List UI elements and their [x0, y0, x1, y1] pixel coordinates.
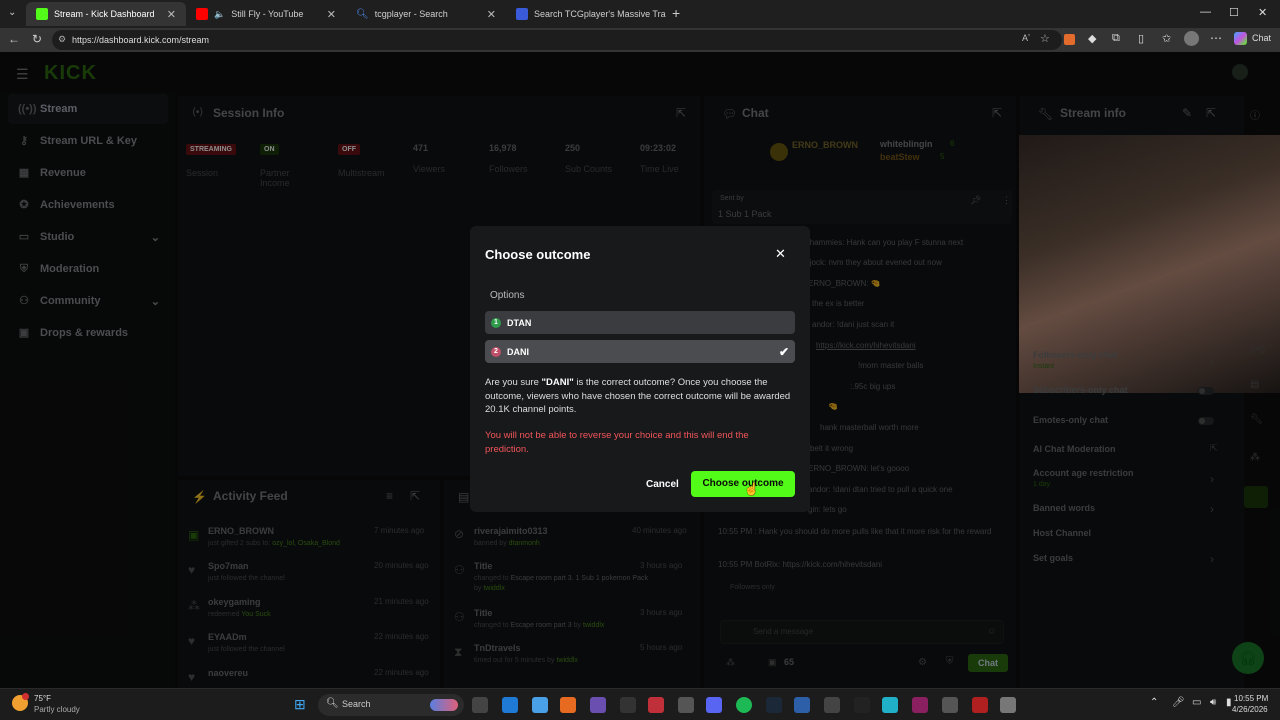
app-icon-settings[interactable]	[942, 697, 958, 713]
close-tab-icon[interactable]: ✕	[487, 8, 496, 21]
search-highlight-icon	[430, 699, 458, 711]
tab-tcgplayer-search[interactable]: 🔍︎ tcgplayer - Search ✕	[346, 2, 506, 26]
app-icon-valorant[interactable]	[972, 697, 988, 713]
tab-title: Stream - Kick Dashboard	[54, 9, 155, 19]
tab-title: Search TCGplayer's Massive Tradin	[534, 9, 666, 19]
edge-icon[interactable]	[502, 697, 518, 713]
read-aloud-icon[interactable]: Aʼ	[1022, 33, 1030, 43]
battery-icon[interactable]: ▮	[1226, 697, 1232, 708]
speaker-icon[interactable]: 🔈	[214, 9, 225, 20]
app-icon-black[interactable]	[854, 697, 870, 713]
weather-alert-badge	[22, 693, 29, 700]
tab-tcgplayer-trading[interactable]: Search TCGplayer's Massive Tradin ✕	[506, 2, 666, 26]
minimize-window-icon[interactable]: —	[1200, 6, 1211, 18]
app-icon-blue[interactable]	[794, 697, 810, 713]
checkmark-icon: ✔	[778, 344, 789, 359]
close-tab-icon[interactable]: ✕	[327, 8, 336, 21]
firefox-icon[interactable]	[560, 697, 576, 713]
tray-chevron-icon[interactable]: ⌃	[1150, 697, 1158, 708]
app-icon-dark[interactable]	[824, 697, 840, 713]
spotify-icon[interactable]	[736, 697, 752, 713]
confirmation-text: Are you sure "DANI" is the correct outco…	[485, 377, 791, 415]
irreversible-warning: You will not be able to reverse your cho…	[485, 430, 749, 455]
site-info-icon[interactable]: ⚙	[58, 34, 66, 45]
kick-favicon-icon	[36, 8, 48, 20]
url-text: https://dashboard.kick.com/stream	[72, 35, 210, 45]
choose-outcome-modal: Choose outcome ✕ Options 1 DTAN 2 DANI ✔…	[470, 226, 810, 512]
favorites-icon[interactable]: ✩	[1162, 32, 1171, 45]
network-icon[interactable]: ▭	[1192, 697, 1201, 708]
option-number: 2	[491, 346, 501, 357]
more-menu-icon[interactable]: ⋯	[1210, 31, 1222, 45]
option-label: DTAN	[507, 317, 532, 328]
taskbar-search[interactable]: 🔍︎ Search	[318, 694, 464, 716]
profile-avatar[interactable]	[1184, 31, 1199, 46]
maximize-window-icon[interactable]: ☐	[1229, 6, 1239, 19]
clock-time[interactable]: 10:55 PM	[1234, 694, 1268, 703]
steam-icon[interactable]	[766, 697, 782, 713]
split-screen-icon[interactable]: ▯	[1138, 32, 1144, 45]
volume-icon[interactable]: 🔊︎	[1210, 697, 1216, 708]
choose-outcome-button[interactable]: Choose outcome	[691, 471, 795, 497]
app-icon-misc[interactable]	[1000, 697, 1016, 713]
tcgplayer-favicon-icon	[516, 8, 528, 20]
task-view-icon[interactable]	[472, 697, 488, 713]
app-icon-fx[interactable]	[912, 697, 928, 713]
app-icon-teal[interactable]	[882, 697, 898, 713]
extension-icon[interactable]	[1064, 34, 1075, 45]
outcome-option-dtan[interactable]: 1 DTAN	[485, 311, 795, 334]
close-window-icon[interactable]: ✕	[1258, 6, 1267, 19]
copilot-icon[interactable]	[1234, 32, 1247, 45]
tab-actions-icon[interactable]: ⌄	[8, 7, 16, 18]
obs-icon[interactable]	[620, 697, 636, 713]
tab-youtube[interactable]: 🔈 Still Fly - YouTube ✕	[186, 2, 346, 26]
tab-kick-dashboard[interactable]: Stream - Kick Dashboard ✕	[26, 2, 186, 26]
app-icon-gray[interactable]	[678, 697, 694, 713]
extension-diamond-icon[interactable]: ◆	[1088, 32, 1096, 45]
refresh-icon[interactable]: ↻	[32, 32, 42, 46]
close-modal-icon[interactable]: ✕	[775, 246, 786, 262]
back-icon[interactable]: ←	[8, 32, 20, 46]
app-icon-purple[interactable]	[590, 697, 606, 713]
option-label: DANI	[507, 346, 529, 357]
tab-title: Still Fly - YouTube	[231, 9, 304, 19]
close-tab-icon[interactable]: ✕	[167, 8, 176, 21]
search-favicon-icon: 🔍︎	[356, 8, 369, 20]
outcome-option-dani[interactable]: 2 DANI ✔	[485, 340, 795, 363]
browser-tab-bar: ⌄ Stream - Kick Dashboard ✕ 🔈 Still Fly …	[0, 0, 1280, 28]
discord-icon[interactable]	[706, 697, 722, 713]
address-bar-row: ← ↻ ⚙ https://dashboard.kick.com/stream …	[0, 28, 1280, 52]
url-field[interactable]: ⚙ https://dashboard.kick.com/stream	[52, 30, 1062, 50]
chat-button[interactable]: Chat	[1252, 33, 1271, 43]
mouse-cursor-icon: ☝	[744, 482, 759, 496]
microphone-icon[interactable]: 🎤︎	[1172, 697, 1185, 708]
new-tab-button[interactable]: +	[672, 5, 680, 21]
weather-temp: 75°F	[34, 694, 51, 703]
tab-title: tcgplayer - Search	[374, 9, 448, 19]
cancel-button[interactable]: Cancel	[646, 479, 679, 490]
favorite-star-icon[interactable]: ☆	[1040, 32, 1050, 45]
option-number: 1	[491, 317, 501, 328]
search-icon: 🔍︎	[326, 698, 339, 709]
app-icon-red[interactable]	[648, 697, 664, 713]
copilot-taskbar-icon[interactable]	[532, 697, 548, 713]
options-label: Options	[490, 290, 525, 301]
weather-desc: Partly cloudy	[34, 705, 80, 714]
windows-start-icon[interactable]: ⊞	[294, 697, 306, 711]
extensions-puzzle-icon[interactable]: ⧉	[1112, 32, 1120, 45]
youtube-favicon-icon	[196, 8, 208, 20]
modal-title: Choose outcome	[485, 247, 591, 262]
windows-taskbar: 75°F Partly cloudy ⊞ 🔍︎ Search ⌃ 🎤︎ ▭ 🔊︎…	[0, 688, 1280, 720]
clock-date[interactable]: 4/26/2026	[1232, 705, 1268, 714]
